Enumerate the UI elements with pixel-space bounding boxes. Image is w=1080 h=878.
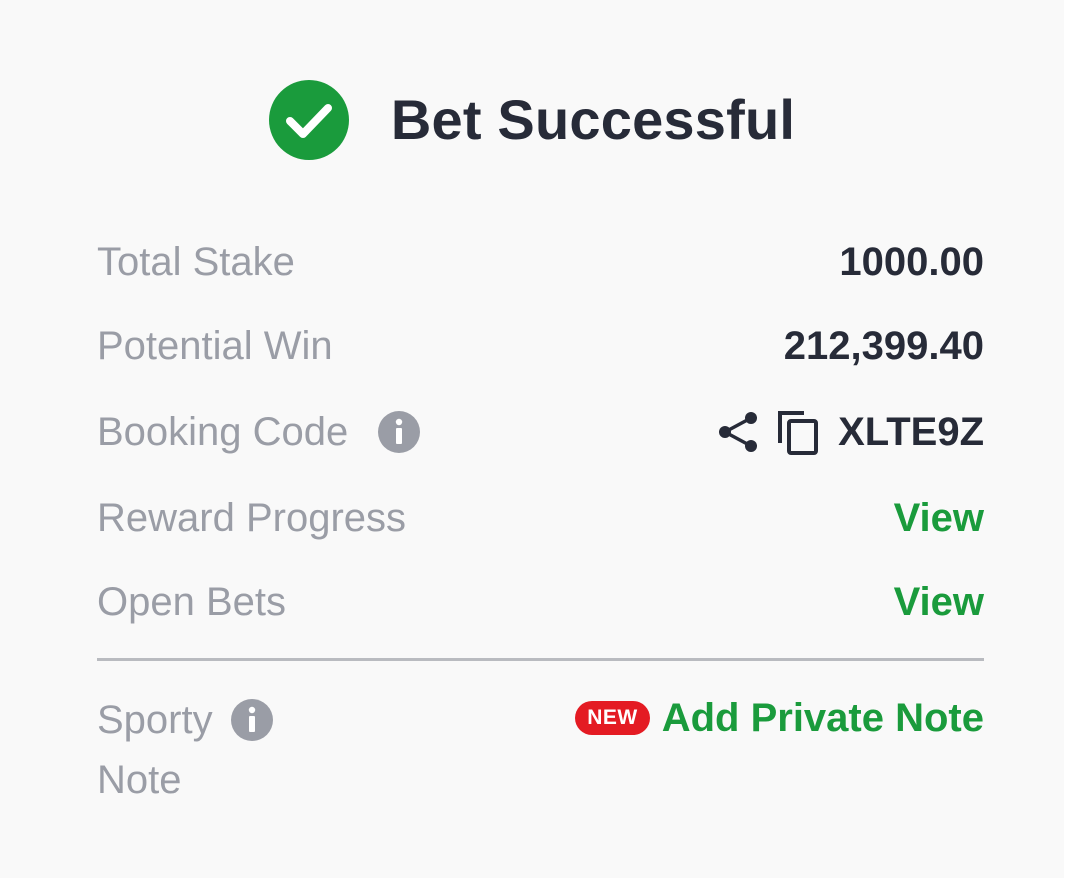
sporty-note-label-line1-group: Sporty — [97, 690, 273, 750]
info-icon[interactable] — [378, 411, 421, 453]
reward-progress-view-link[interactable]: View — [894, 496, 984, 541]
open-bets-label: Open Bets — [97, 579, 287, 624]
total-stake-row: Total Stake 1000.00 — [97, 232, 984, 292]
open-bets-view-link[interactable]: View — [894, 580, 984, 625]
divider — [97, 658, 984, 661]
copy-icon[interactable] — [776, 409, 822, 455]
reward-progress-label: Reward Progress — [97, 495, 407, 540]
booking-code-label-group: Booking Code — [97, 409, 421, 455]
booking-code-row: Booking Code XLTE9Z — [97, 402, 984, 462]
add-private-note-label: Add Private Note — [661, 695, 984, 740]
sporty-note-label-group: Sporty Note — [97, 690, 273, 810]
total-stake-label: Total Stake — [97, 239, 295, 284]
total-stake-value: 1000.00 — [839, 239, 984, 284]
panel-edge — [1064, 0, 1080, 878]
sporty-note-label-line1: Sporty — [97, 698, 213, 742]
potential-win-row: Potential Win 212,399.40 — [97, 316, 984, 376]
add-private-note-button[interactable]: NEW Add Private Note — [575, 690, 984, 746]
bet-status-header: Bet Successful — [0, 80, 1064, 160]
page-title: Bet Successful — [390, 88, 796, 151]
sporty-note-label-line2: Note — [97, 758, 182, 802]
check-circle-icon — [268, 80, 349, 160]
bet-confirmation-panel: Bet Successful Total Stake 1000.00 Poten… — [0, 0, 1064, 878]
new-badge: NEW — [575, 701, 650, 735]
sporty-note-row: Sporty Note NEW Add Private Note — [97, 690, 984, 810]
potential-win-value: 212,399.40 — [783, 323, 984, 368]
booking-code-value: XLTE9Z — [838, 409, 984, 454]
booking-code-label: Booking Code — [97, 409, 349, 454]
booking-code-value-group: XLTE9Z — [716, 409, 984, 455]
share-icon[interactable] — [716, 409, 762, 455]
info-icon[interactable] — [230, 699, 273, 741]
potential-win-label: Potential Win — [97, 323, 333, 368]
reward-progress-row: Reward Progress View — [97, 488, 984, 548]
open-bets-row: Open Bets View — [97, 572, 984, 632]
